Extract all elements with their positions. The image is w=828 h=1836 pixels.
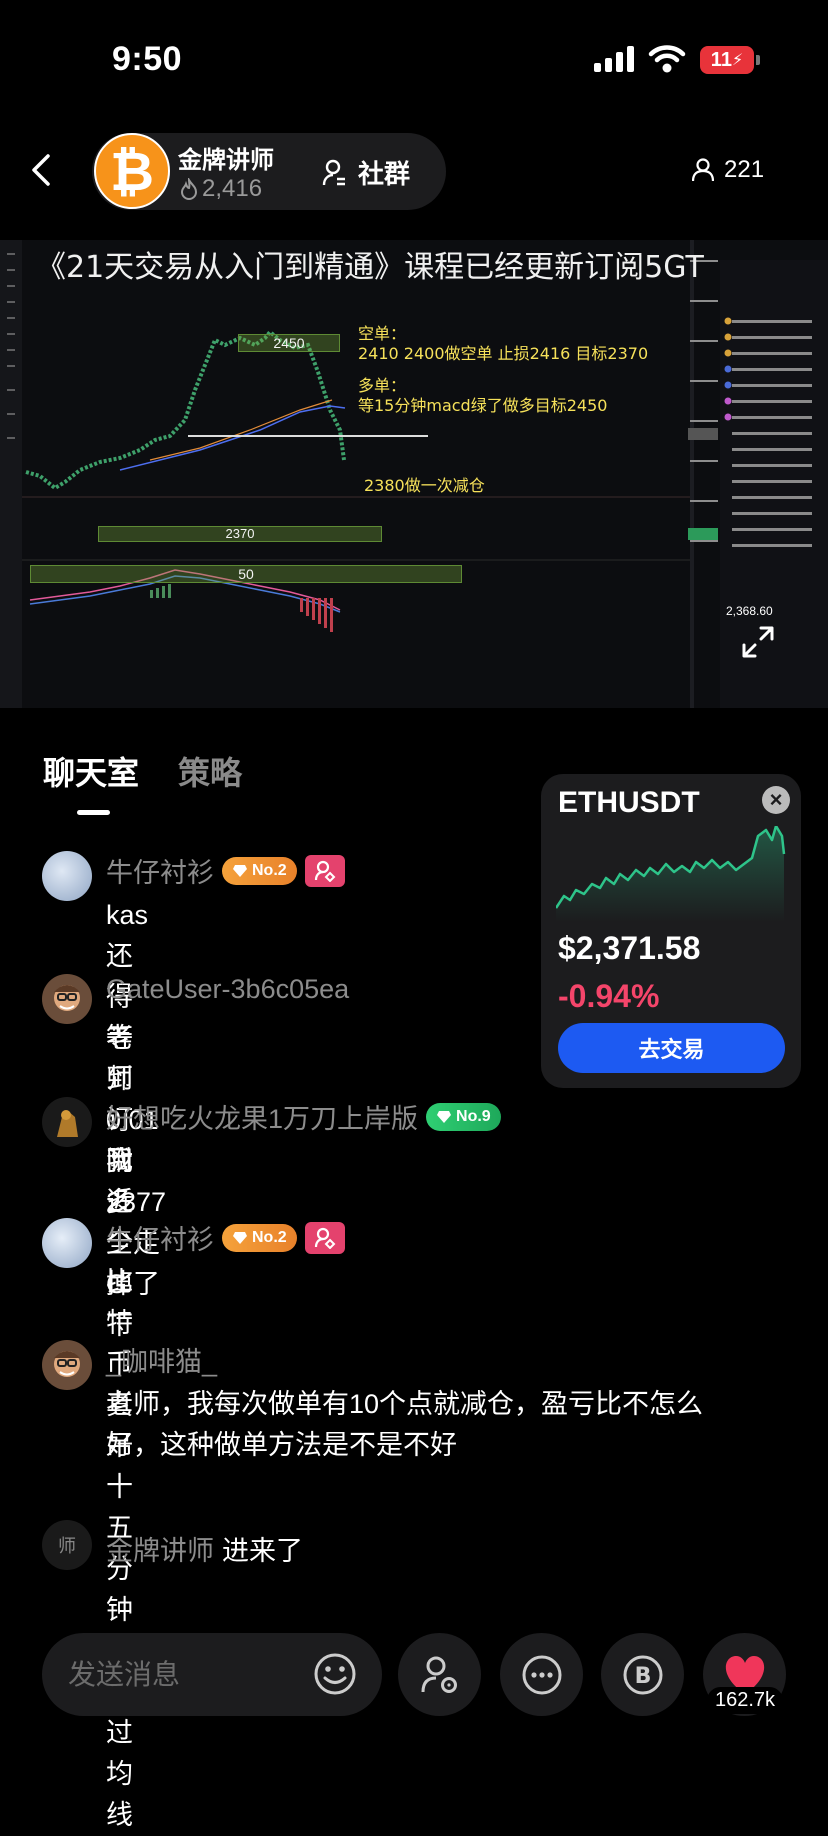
follow-user-icon[interactable]	[304, 1221, 345, 1254]
long-detail: 等15分钟macd绿了做多目标2450	[358, 396, 608, 415]
ticker-price: $2,371.58	[558, 930, 701, 966]
signal-icon	[594, 46, 636, 72]
diamond-icon	[437, 1110, 452, 1123]
rank-badge-label: No.9	[456, 1107, 491, 1125]
wifi-icon	[648, 45, 686, 73]
user-avatar[interactable]	[42, 1097, 92, 1147]
user-avatar[interactable]	[42, 851, 92, 901]
follow-user-icon[interactable]	[304, 854, 345, 887]
chat-username-row: 牛仔衬衫 No.2	[106, 1218, 345, 1257]
svg-text:B: B	[634, 1664, 651, 1689]
course-banner: 《21天交易从入门到精通》课程已经更新订阅5GT	[36, 250, 704, 285]
b-coin-icon: B	[623, 1655, 662, 1694]
community-label: 社群	[358, 159, 411, 189]
like-count: 162.7k	[707, 1687, 784, 1714]
chat-username-row: 金牌讲师 进来了	[106, 1529, 303, 1568]
user-avatar[interactable]	[42, 1340, 92, 1390]
active-tab-indicator	[77, 810, 110, 815]
host-heat: 2,416	[180, 175, 262, 203]
close-icon[interactable]: ×	[762, 786, 790, 814]
user-avatar[interactable]	[42, 974, 92, 1024]
user-avatar[interactable]	[42, 1218, 92, 1268]
chat-username[interactable]: GateUser-3b6c05ea	[106, 974, 349, 1005]
diamond-icon	[233, 1231, 247, 1244]
chat-username-row: 好想吃火龙果1万刀上岸版 No.9	[106, 1097, 501, 1136]
reduce-note: 2380做一次减仓	[364, 476, 485, 495]
user-settings-icon	[421, 1656, 457, 1693]
chat-username-row: GateUser-3b6c05ea	[106, 974, 349, 1005]
more-dots-icon	[522, 1655, 561, 1694]
back-button[interactable]	[22, 150, 62, 190]
trade-button[interactable]: 去交易	[558, 1023, 785, 1073]
diamond-icon	[233, 864, 247, 877]
fullscreen-expand-icon[interactable]	[740, 624, 776, 660]
flame-icon	[180, 178, 198, 200]
chat-username[interactable]: _咖啡猫_	[106, 1340, 217, 1379]
chat-username[interactable]: 好想吃火龙果1万刀上岸版	[106, 1097, 418, 1136]
chat-message-text: 进来了	[222, 1536, 303, 1566]
host-name: 金牌讲师	[178, 147, 274, 174]
viewer-person-icon	[692, 158, 714, 182]
chat-username[interactable]: 金牌讲师	[106, 1529, 214, 1568]
emoji-icon[interactable]	[313, 1652, 357, 1696]
bitcoin-gift-button[interactable]: B	[601, 1633, 684, 1716]
community-person-icon	[322, 159, 345, 185]
host-text-avatar[interactable]: 师	[42, 1520, 92, 1570]
invite-user-button[interactable]	[398, 1633, 481, 1716]
status-time: 9:50	[112, 40, 183, 78]
zone-2450: 2450	[238, 334, 340, 352]
zone-50: 50	[30, 565, 462, 583]
viewer-count: 221	[724, 156, 765, 183]
viewer-count-display: 221	[692, 156, 764, 184]
rank-badge: No.2	[222, 1223, 297, 1252]
tab-chatroom[interactable]: 聊天室	[43, 748, 139, 794]
ticker-change: -0.94%	[558, 978, 660, 1014]
host-heat-value: 2,416	[202, 175, 263, 202]
rank-badge-label: No.2	[252, 1228, 287, 1246]
live-video-stream[interactable]: 《21天交易从入门到精通》课程已经更新订阅5GT 2450 空单： 2410 2…	[0, 240, 828, 708]
chat-username-row: _咖啡猫_	[106, 1340, 217, 1379]
chat-message-text-line2: 好，这种做单方法是不是不好	[106, 1430, 457, 1460]
rank-badge: No.2	[222, 856, 297, 885]
battery-tip	[756, 55, 760, 65]
chat-username[interactable]: 牛仔衬衫	[106, 1218, 214, 1257]
zone-2370: 2370	[98, 526, 382, 542]
chat-username[interactable]: 牛仔衬衫	[106, 851, 214, 890]
side-price: 2,368.60	[726, 604, 773, 618]
community-button[interactable]: 社群	[322, 154, 410, 191]
rank-badge-label: No.2	[252, 861, 287, 879]
battery-level: 11	[710, 48, 732, 71]
rank-badge: No.9	[426, 1102, 501, 1131]
host-avatar-bitcoin-icon[interactable]: ₿	[94, 133, 170, 209]
ticker-sparkline	[556, 826, 786, 922]
chat-username-row: 牛仔衬衫 No.2	[106, 851, 345, 890]
battery-icon: 11 ⚡	[700, 46, 754, 74]
short-detail: 2410 2400做空单 止损2416 目标2370	[358, 344, 649, 363]
host-avatar-char: 师	[58, 1536, 76, 1556]
ticker-symbol: ETHUSDT	[558, 786, 700, 819]
more-options-button[interactable]	[500, 1633, 583, 1716]
tab-strategy[interactable]: 策略	[178, 748, 242, 794]
chat-message-text-line1: 老师，我每次做单有10个点就减仓，盈亏比不怎么	[106, 1389, 704, 1419]
